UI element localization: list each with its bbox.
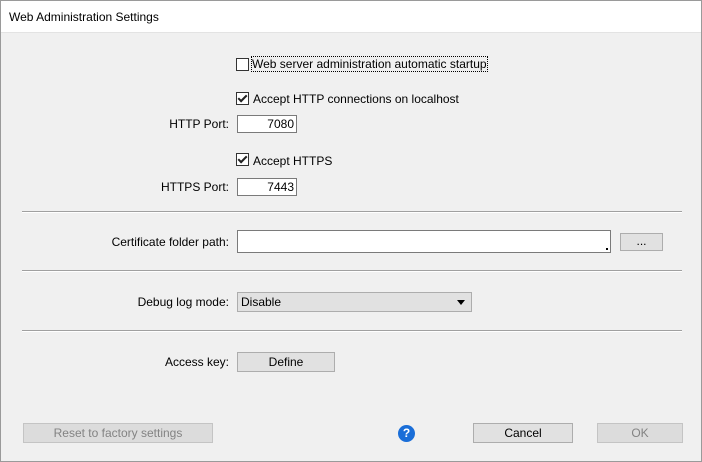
ok-button[interactable]: OK bbox=[597, 423, 683, 443]
browse-button[interactable]: ... bbox=[620, 233, 663, 251]
http-port-input[interactable]: 7080 bbox=[237, 115, 297, 133]
title-bar: Web Administration Settings bbox=[1, 1, 701, 33]
http-port-label: HTTP Port: bbox=[169, 117, 229, 131]
https-checkbox[interactable] bbox=[236, 153, 249, 166]
https-label[interactable]: Accept HTTPS bbox=[253, 154, 332, 168]
auto-startup-label[interactable]: Web server administration automatic star… bbox=[251, 56, 488, 72]
separator bbox=[22, 330, 682, 332]
http-localhost-checkbox[interactable] bbox=[236, 92, 249, 105]
debug-log-label: Debug log mode: bbox=[137, 295, 229, 309]
separator bbox=[22, 211, 682, 213]
window-title: Web Administration Settings bbox=[9, 10, 159, 24]
certificate-path-label: Certificate folder path: bbox=[111, 235, 229, 249]
certificate-path-input[interactable] bbox=[237, 230, 611, 253]
auto-startup-checkbox[interactable] bbox=[236, 58, 249, 71]
debug-log-select[interactable]: Disable bbox=[237, 292, 472, 312]
https-port-label: HTTPS Port: bbox=[160, 180, 229, 194]
help-icon[interactable]: ? bbox=[398, 425, 415, 442]
chevron-down-icon bbox=[457, 300, 465, 305]
separator bbox=[22, 270, 682, 272]
https-port-input[interactable]: 7443 bbox=[237, 178, 297, 196]
access-key-label: Access key: bbox=[164, 355, 229, 369]
reset-factory-button[interactable]: Reset to factory settings bbox=[23, 423, 213, 443]
define-button[interactable]: Define bbox=[237, 352, 335, 372]
cancel-button[interactable]: Cancel bbox=[473, 423, 573, 443]
http-localhost-label[interactable]: Accept HTTP connections on localhost bbox=[253, 92, 459, 106]
dialog-window: Web Administration Settings Web server a… bbox=[0, 0, 702, 462]
combo-dot-icon bbox=[606, 248, 608, 250]
debug-log-selected: Disable bbox=[241, 295, 282, 309]
